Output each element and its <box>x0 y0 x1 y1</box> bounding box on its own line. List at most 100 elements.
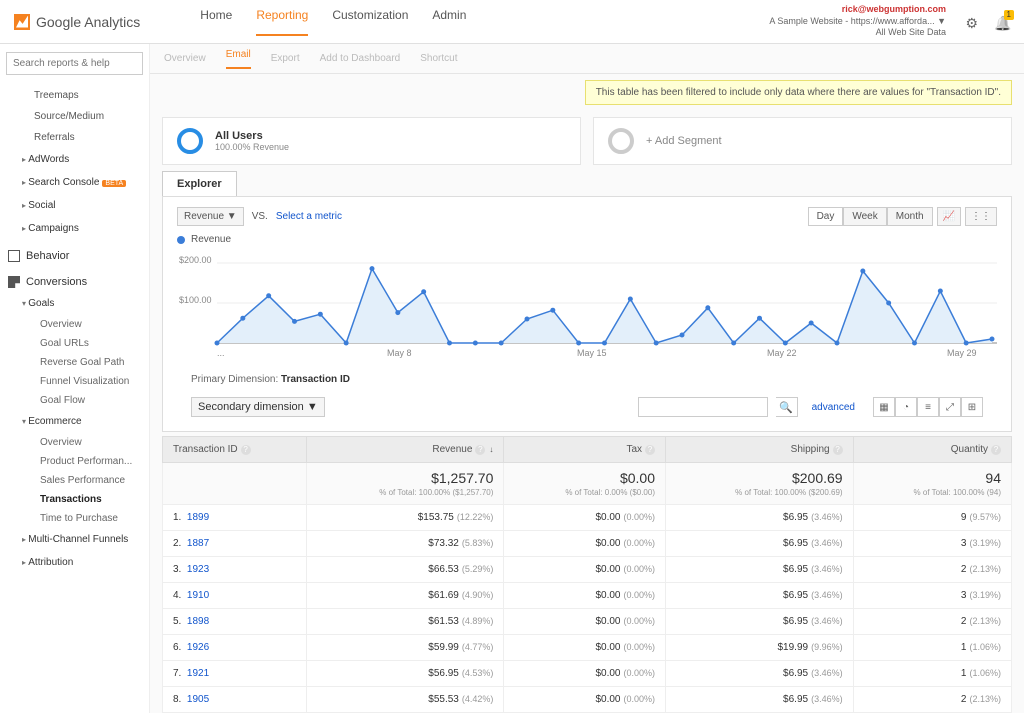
sidebar-group-attribution[interactable]: Attribution <box>6 551 143 574</box>
report-toolbar: Overview Email Export Add to Dashboard S… <box>150 44 1024 74</box>
add-segment-panel[interactable]: + Add Segment <box>593 117 1012 165</box>
transaction-link[interactable]: 1899 <box>187 512 209 523</box>
gran-day[interactable]: Day <box>808 207 844 226</box>
help-icon[interactable]: ? <box>991 445 1001 455</box>
header-right: rick@webgumption.com A Sample Website - … <box>769 4 1010 39</box>
x-tick-0: ... <box>217 348 225 358</box>
sidebar-item-source-medium[interactable]: Source/Medium <box>6 106 143 127</box>
sidebar-item-product-performance[interactable]: Product Performan... <box>6 452 143 471</box>
transaction-link[interactable]: 1887 <box>187 538 209 549</box>
transaction-link[interactable]: 1910 <box>187 590 209 601</box>
ring-icon <box>608 128 634 154</box>
tab-explorer[interactable]: Explorer <box>162 171 237 196</box>
chart-type-icon[interactable]: 📈 <box>937 207 961 226</box>
metric-selector[interactable]: Revenue ▼ <box>177 207 244 226</box>
sidebar-item-time-to-purchase[interactable]: Time to Purchase <box>6 509 143 528</box>
transaction-link[interactable]: 1921 <box>187 668 209 679</box>
x-tick-1: May 8 <box>387 348 412 358</box>
table-view-icon[interactable]: ▦ <box>873 397 895 417</box>
sidebar-item-transactions[interactable]: Transactions <box>6 490 143 509</box>
help-icon[interactable]: ? <box>475 445 485 455</box>
logo-text: Google Analytics <box>36 14 140 30</box>
gear-icon[interactable] <box>962 14 978 30</box>
help-icon[interactable]: ? <box>241 445 251 455</box>
sidebar-item-goal-urls[interactable]: Goal URLs <box>6 334 143 353</box>
top-nav: Home Reporting Customization Admin <box>200 8 466 36</box>
sidebar-group-social[interactable]: Social <box>6 194 143 217</box>
sidebar-group-ecommerce[interactable]: Ecommerce <box>6 410 143 433</box>
summary-row: $1,257.70% of Total: 100.00% ($1,257.70)… <box>163 463 1012 505</box>
gran-week[interactable]: Week <box>843 207 886 226</box>
nav-customization[interactable]: Customization <box>332 8 408 36</box>
col-transaction-id[interactable]: Transaction ID? <box>163 437 307 463</box>
sidebar-item-referrals[interactable]: Referrals <box>6 127 143 148</box>
legend-dot-icon <box>177 236 185 244</box>
sidebar-section-conversions[interactable]: Conversions <box>6 266 143 292</box>
sidebar-item-reverse-goal-path[interactable]: Reverse Goal Path <box>6 353 143 372</box>
content: Overview Email Export Add to Dashboard S… <box>150 44 1024 713</box>
segment-all-users[interactable]: All Users 100.00% Revenue <box>162 117 581 165</box>
secondary-dimension-selector[interactable]: Secondary dimension ▼ <box>191 397 325 417</box>
nav-home[interactable]: Home <box>200 8 232 36</box>
toolbar-shortcut[interactable]: Shortcut <box>420 53 457 64</box>
help-icon[interactable]: ? <box>645 445 655 455</box>
sidebar-section-behavior[interactable]: Behavior <box>6 240 143 266</box>
transaction-link[interactable]: 1923 <box>187 564 209 575</box>
ring-icon <box>177 128 203 154</box>
advanced-link[interactable]: advanced <box>812 402 855 413</box>
sidebar-group-goals[interactable]: Goals <box>6 292 143 315</box>
col-tax[interactable]: Tax? <box>504 437 666 463</box>
account-switcher[interactable]: rick@webgumption.com A Sample Website - … <box>769 4 946 39</box>
search-input[interactable] <box>6 52 143 75</box>
notification-count: 1 <box>1004 10 1014 20</box>
logo[interactable]: Google Analytics <box>14 14 140 30</box>
sidebar-item-funnel-visualization[interactable]: Funnel Visualization <box>6 372 143 391</box>
pivot-view-icon[interactable]: ⊞ <box>961 397 983 417</box>
flag-icon <box>8 276 20 288</box>
toolbar-overview[interactable]: Overview <box>164 53 206 64</box>
col-quantity[interactable]: Quantity? <box>853 437 1011 463</box>
nav-admin[interactable]: Admin <box>432 8 466 36</box>
search-icon[interactable]: 🔍 <box>776 397 798 417</box>
help-icon[interactable]: ? <box>833 445 843 455</box>
table-row: 3. 1923$66.53(5.29%)$0.00(0.00%)$6.95(3.… <box>163 557 1012 583</box>
sidebar-item-goals-overview[interactable]: Overview <box>6 315 143 334</box>
sidebar-item-ecom-overview[interactable]: Overview <box>6 433 143 452</box>
sidebar-group-adwords[interactable]: AdWords <box>6 148 143 171</box>
x-tick-4: May 29 <box>947 348 977 358</box>
sidebar-item-goal-flow[interactable]: Goal Flow <box>6 391 143 410</box>
bell-icon[interactable]: 1 <box>994 14 1010 30</box>
gran-month[interactable]: Month <box>887 207 933 226</box>
filter-banner: This table has been filtered to include … <box>585 80 1012 105</box>
col-shipping[interactable]: Shipping? <box>666 437 854 463</box>
y-tick-200: $200.00 <box>179 255 212 265</box>
table-row: 7. 1921$56.95(4.53%)$0.00(0.00%)$6.95(3.… <box>163 661 1012 687</box>
nav-reporting[interactable]: Reporting <box>256 8 308 36</box>
user-email: rick@webgumption.com <box>769 4 946 16</box>
bar-view-icon[interactable]: ≡ <box>917 397 939 417</box>
comparison-view-icon[interactable]: ⤢ <box>939 397 961 417</box>
line-chart: $200.00 $100.00 ... May 8 May 15 May 22 … <box>177 253 997 363</box>
table-row: 6. 1926$59.99(4.77%)$0.00(0.00%)$19.99(9… <box>163 635 1012 661</box>
select-metric-link[interactable]: Select a metric <box>276 211 342 222</box>
transaction-link[interactable]: 1905 <box>187 694 209 705</box>
sidebar-item-treemaps[interactable]: Treemaps <box>6 85 143 106</box>
sort-desc-icon: ↓ <box>489 445 493 454</box>
toolbar-email[interactable]: Email <box>226 49 251 69</box>
segment-title: All Users <box>215 130 289 142</box>
motion-chart-icon[interactable]: ⋮⋮ <box>965 207 997 226</box>
ga-logo-icon <box>14 14 30 30</box>
col-revenue[interactable]: Revenue?↓ <box>307 437 504 463</box>
sidebar-group-multichannel[interactable]: Multi-Channel Funnels <box>6 528 143 551</box>
chart-panel: Revenue ▼ VS. Select a metric Day Week M… <box>162 196 1012 432</box>
sidebar-group-campaigns[interactable]: Campaigns <box>6 217 143 240</box>
sidebar-item-sales-performance[interactable]: Sales Performance <box>6 471 143 490</box>
toolbar-export[interactable]: Export <box>271 53 300 64</box>
toolbar-add-dashboard[interactable]: Add to Dashboard <box>320 53 401 64</box>
table-search-input[interactable] <box>638 397 768 417</box>
segment-sub: 100.00% Revenue <box>215 142 289 152</box>
pie-view-icon[interactable]: ◔ <box>895 397 917 417</box>
view-toggle: ▦ ◔ ≡ ⤢ ⊞ <box>873 397 983 417</box>
transaction-link[interactable]: 1926 <box>187 642 209 653</box>
sidebar-group-search-console[interactable]: Search ConsoleBETA <box>6 171 143 194</box>
